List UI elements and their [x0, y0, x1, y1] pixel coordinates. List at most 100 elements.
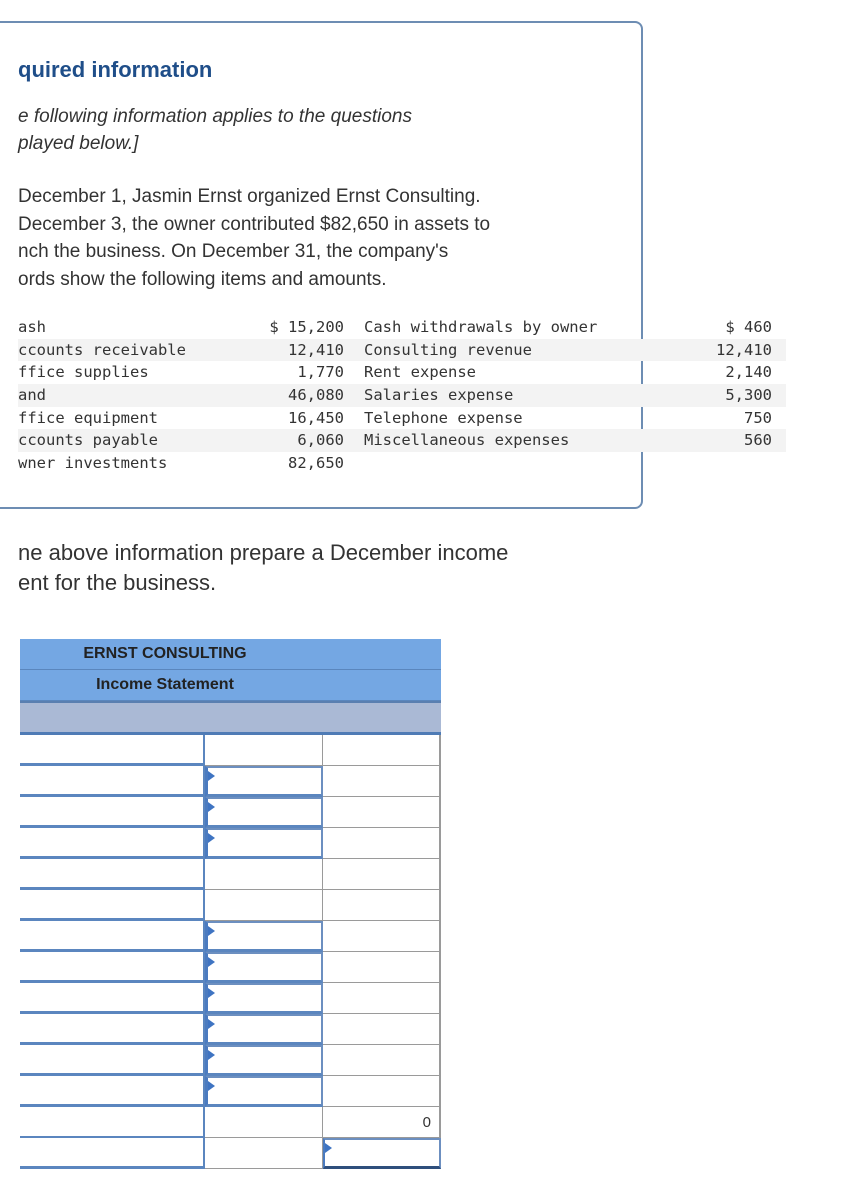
- account-label-cell[interactable]: [20, 1045, 205, 1076]
- amount-cell[interactable]: [205, 828, 323, 859]
- total-cell: [323, 766, 441, 797]
- account-amount: 750: [744, 408, 772, 427]
- account-amount: 12,410: [288, 340, 344, 359]
- amount-cell[interactable]: [205, 1014, 323, 1045]
- account-label-cell[interactable]: [20, 983, 205, 1014]
- total-cell: [323, 735, 441, 766]
- account-label-input[interactable]: [20, 983, 203, 1011]
- account-label-cell[interactable]: [20, 921, 205, 952]
- amount-cell: [205, 735, 323, 766]
- amount-cell[interactable]: [205, 1045, 323, 1076]
- amount-input[interactable]: [208, 985, 321, 1011]
- account-name: ccounts payable: [18, 431, 158, 450]
- account-label-input[interactable]: [20, 921, 203, 949]
- account-name: ash: [18, 318, 46, 336]
- total-cell: [323, 1076, 441, 1107]
- account-label-input[interactable]: [20, 952, 203, 980]
- total-cell: [323, 952, 441, 983]
- amount-cell[interactable]: [205, 952, 323, 983]
- amount-input[interactable]: [208, 954, 321, 980]
- account-name: and: [18, 386, 46, 405]
- account-item-row: and 46,080 Salaries expense 5,300: [18, 384, 786, 407]
- account-name: ccounts receivable: [18, 340, 186, 359]
- instruction-text: ne above information prepare a December …: [18, 538, 508, 598]
- statement-title-header: Income Statement: [20, 670, 441, 701]
- account-amount: 1,770: [297, 363, 344, 382]
- statement-row: [20, 859, 441, 890]
- account-amount: $ 460: [725, 318, 772, 336]
- total-cell[interactable]: [323, 1138, 441, 1169]
- statement-rows: 0: [20, 735, 441, 1169]
- scenario-line: December 3, the owner contributed $82,65…: [18, 213, 491, 235]
- net-income-input[interactable]: [325, 1140, 439, 1166]
- amount-cell[interactable]: [205, 921, 323, 952]
- account-label-input[interactable]: [20, 1107, 203, 1136]
- account-label-cell[interactable]: [20, 1014, 205, 1045]
- account-label-cell[interactable]: [20, 828, 205, 859]
- account-label-cell[interactable]: [20, 1107, 205, 1138]
- account-label-input[interactable]: [20, 1014, 203, 1042]
- amount-input[interactable]: [208, 799, 321, 825]
- scenario-text: December 1, Jasmin Ernst organized Ernst…: [18, 183, 490, 293]
- account-label-cell[interactable]: [20, 890, 205, 921]
- total-cell: [323, 828, 441, 859]
- account-label-input[interactable]: [20, 859, 203, 887]
- account-label-cell[interactable]: [20, 1138, 205, 1169]
- amount-cell[interactable]: [205, 983, 323, 1014]
- statement-row: [20, 983, 441, 1014]
- amount-cell[interactable]: [205, 797, 323, 828]
- account-name: Salaries expense: [364, 386, 514, 405]
- account-label-cell[interactable]: [20, 766, 205, 797]
- statement-row: [20, 1045, 441, 1076]
- account-label-cell[interactable]: [20, 859, 205, 890]
- statement-row: [20, 952, 441, 983]
- account-label-input[interactable]: [20, 1045, 203, 1073]
- statement-row: [20, 828, 441, 859]
- account-label-input[interactable]: [20, 890, 203, 918]
- account-label-input[interactable]: [20, 1076, 203, 1104]
- account-name: ffice supplies: [18, 363, 149, 382]
- scenario-line: nch the business. On December 31, the co…: [18, 241, 449, 262]
- account-name: Consulting revenue: [364, 340, 532, 359]
- statement-row: [20, 1076, 441, 1107]
- amount-cell: [205, 890, 323, 921]
- amount-input[interactable]: [208, 1078, 321, 1104]
- account-label-input[interactable]: [20, 797, 203, 825]
- intro-line: e following information applies to the q…: [18, 106, 412, 127]
- amount-input[interactable]: [208, 923, 321, 949]
- amount-cell[interactable]: [205, 766, 323, 797]
- account-name: Miscellaneous expenses: [364, 431, 570, 450]
- account-name: Telephone expense: [364, 408, 523, 427]
- statement-row: [20, 797, 441, 828]
- statement-date-row[interactable]: [20, 701, 441, 735]
- amount-cell[interactable]: [205, 1076, 323, 1107]
- account-name: Cash withdrawals by owner: [364, 318, 598, 336]
- required-information-heading: quired information: [18, 57, 213, 82]
- account-label-input[interactable]: [20, 1138, 203, 1166]
- amount-input[interactable]: [208, 768, 321, 794]
- scenario-line: December 1, Jasmin Ernst organized Ernst…: [18, 186, 481, 207]
- total-cell: [323, 859, 441, 890]
- account-label-cell[interactable]: [20, 952, 205, 983]
- amount-input[interactable]: [208, 830, 321, 856]
- account-item-row: ash $ 15,200 Cash withdrawals by owner $ 46…: [18, 316, 786, 339]
- income-statement-worksheet: ERNST CONSULTING Income Statement 0: [20, 639, 441, 1169]
- amount-cell: [205, 1107, 323, 1138]
- total-cell: [323, 1014, 441, 1045]
- amount-cell: [205, 859, 323, 890]
- account-label-cell[interactable]: [20, 797, 205, 828]
- total-cell: [323, 797, 441, 828]
- account-label-input[interactable]: [20, 766, 203, 794]
- account-amount: $ 15,200: [269, 318, 344, 336]
- total-value: 0: [422, 1114, 431, 1131]
- amount-input[interactable]: [208, 1047, 321, 1073]
- account-name: wner investments: [18, 454, 168, 473]
- account-label-cell[interactable]: [20, 1076, 205, 1107]
- account-amount: 82,650: [288, 454, 344, 473]
- account-label-input[interactable]: [20, 828, 203, 856]
- amount-input[interactable]: [208, 1016, 321, 1042]
- account-label-input[interactable]: [20, 735, 203, 763]
- account-amount: 6,060: [297, 431, 344, 450]
- account-label-cell[interactable]: [20, 735, 205, 766]
- account-amount: 560: [744, 431, 772, 450]
